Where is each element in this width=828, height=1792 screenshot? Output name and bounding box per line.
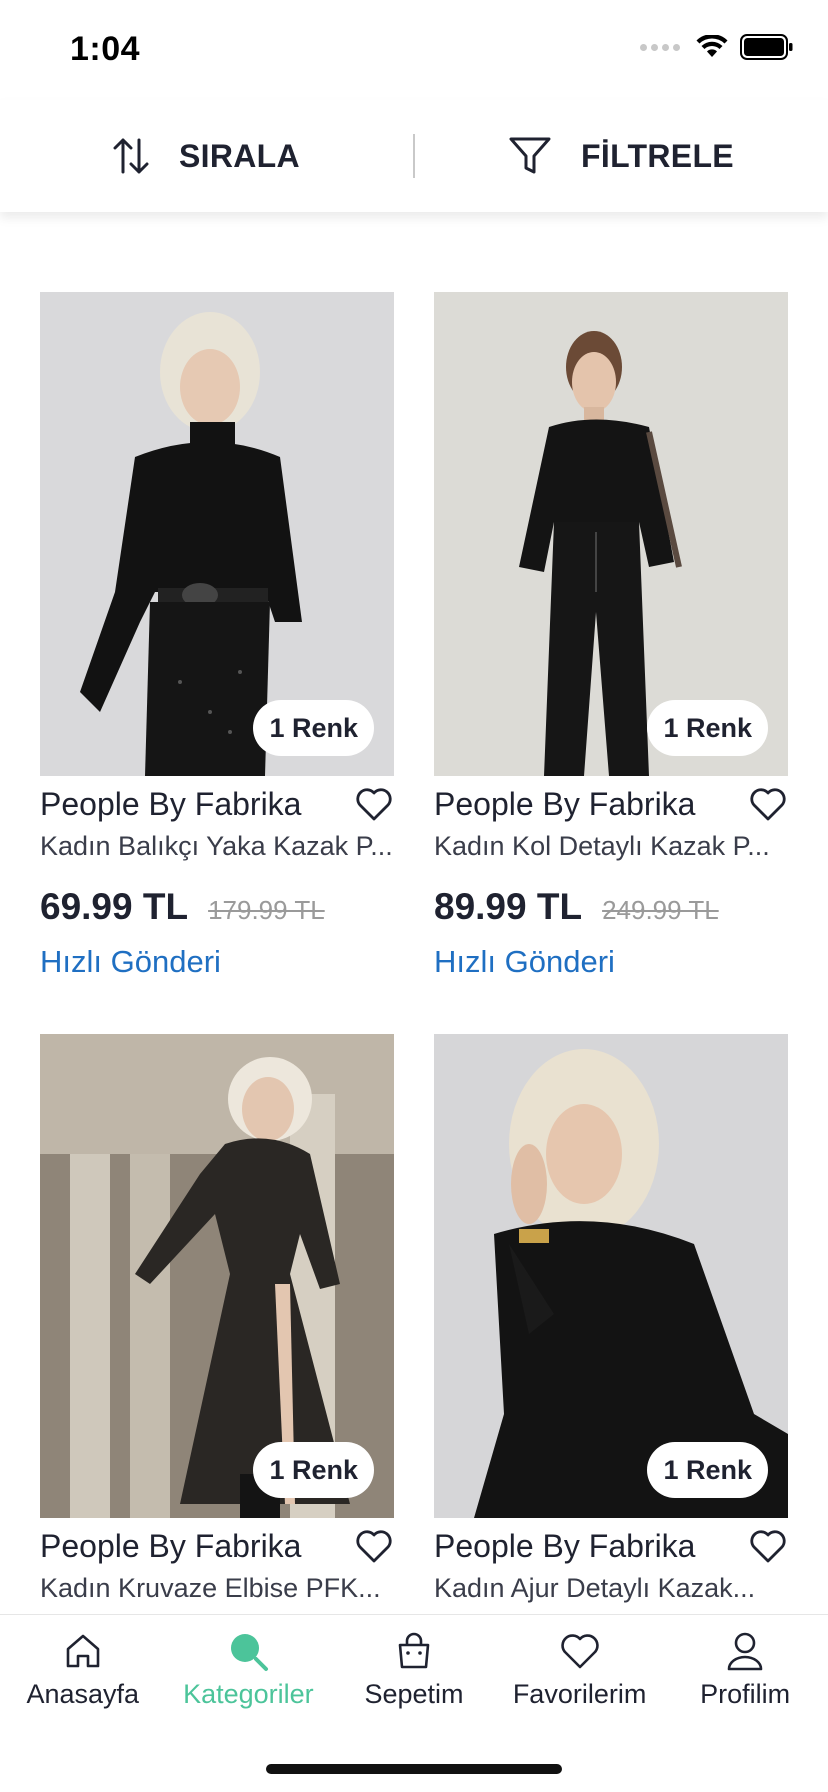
product-price: 69.99 TL [40, 886, 189, 927]
home-indicator[interactable] [266, 1764, 562, 1774]
tab-categories[interactable]: Kategoriler [166, 1629, 332, 1715]
fast-shipping-label: Hızlı Gönderi [434, 944, 615, 979]
bottom-tab-bar: Anasayfa Kategoriler Sepetim Favorilerim [0, 1614, 828, 1792]
status-bar: 1:04 [0, 0, 828, 100]
favorite-heart-icon[interactable] [748, 1526, 788, 1566]
product-card[interactable]: 1 Renk People By Fabrika Kadın Ajur Deta… [434, 1034, 788, 1606]
tab-label: Kategoriler [183, 1679, 314, 1709]
user-icon [727, 1632, 763, 1671]
product-image[interactable]: 1 Renk [434, 1034, 788, 1518]
sort-label: SIRALA [179, 137, 300, 174]
favorite-heart-icon[interactable] [354, 1526, 394, 1566]
color-count-badge: 1 Renk [253, 700, 374, 756]
product-description: Kadın Balıkçı Yaka Kazak P... [40, 831, 393, 861]
product-description: Kadın Ajur Detaylı Kazak... [434, 1573, 756, 1603]
sort-button[interactable]: SIRALA [0, 100, 413, 212]
tab-home[interactable]: Anasayfa [0, 1629, 166, 1715]
product-brand: People By Fabrika [40, 786, 302, 822]
status-icons [640, 34, 794, 60]
fast-shipping-label: Hızlı Gönderi [40, 944, 221, 979]
brand-row: People By Fabrika [434, 1526, 788, 1566]
signal-icon [640, 43, 680, 51]
sort-filter-bar: SIRALA FİLTRELE [0, 100, 828, 212]
color-count-badge: 1 Renk [647, 700, 768, 756]
sort-arrows-icon [113, 138, 149, 174]
product-card[interactable]: 1 Renk People By Fabrika Kadın Kruvaze E… [40, 1034, 394, 1606]
color-count-badge: 1 Renk [647, 1442, 768, 1498]
tab-label: Sepetim [364, 1679, 464, 1709]
tab-favorites[interactable]: Favorilerim [497, 1629, 663, 1715]
favorite-heart-icon[interactable] [748, 784, 788, 824]
brand-row: People By Fabrika [40, 1526, 394, 1566]
product-image[interactable]: 1 Renk [40, 292, 394, 776]
product-brand: People By Fabrika [434, 1528, 696, 1564]
tab-label: Favorilerim [512, 1679, 647, 1709]
wifi-icon [696, 35, 728, 57]
product-image[interactable]: 1 Renk [40, 1034, 394, 1518]
product-image[interactable]: 1 Renk [434, 292, 788, 776]
brand-row: People By Fabrika [40, 784, 394, 824]
status-time: 1:04 [70, 30, 141, 68]
favorite-heart-icon[interactable] [354, 784, 394, 824]
tab-basket[interactable]: Sepetim [331, 1629, 497, 1715]
product-old-price: 179.99 TL [208, 895, 325, 925]
product-card[interactable]: 1 Renk People By Fabrika Kadın Balıkçı Y… [40, 292, 394, 980]
tab-label: Profilim [700, 1679, 791, 1709]
filter-label: FİLTRELE [581, 137, 734, 174]
home-icon [66, 1634, 100, 1668]
search-icon [231, 1634, 269, 1671]
product-brand: People By Fabrika [434, 786, 696, 822]
color-count-badge: 1 Renk [253, 1442, 374, 1498]
product-description: Kadın Kol Detaylı Kazak P... [434, 831, 770, 861]
product-card[interactable]: 1 Renk People By Fabrika Kadın Kol Detay… [434, 292, 788, 980]
product-old-price: 249.99 TL [602, 895, 719, 925]
basket-icon [398, 1632, 430, 1669]
product-price: 89.99 TL [434, 886, 583, 927]
brand-row: People By Fabrika [434, 784, 788, 824]
product-brand: People By Fabrika [40, 1528, 302, 1564]
product-description: Kadın Kruvaze Elbise PFK... [40, 1573, 381, 1603]
tab-profile[interactable]: Profilim [662, 1629, 828, 1715]
filter-icon [509, 137, 551, 174]
filter-button[interactable]: FİLTRELE [415, 100, 828, 212]
price-row: 89.99 TL 249.99 TL [434, 886, 788, 928]
battery-icon [740, 34, 793, 60]
tab-label: Anasayfa [26, 1679, 140, 1709]
heart-icon [560, 1634, 599, 1669]
price-row: 69.99 TL 179.99 TL [40, 886, 394, 928]
